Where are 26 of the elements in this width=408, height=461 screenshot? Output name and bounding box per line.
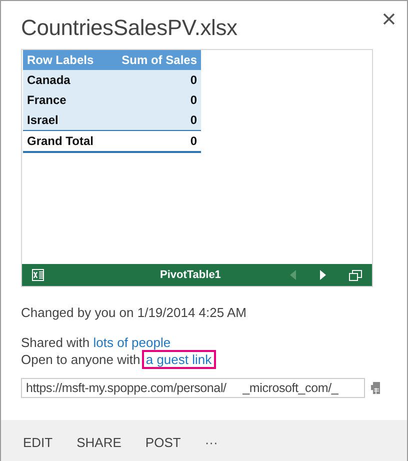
modified-text: Changed by you on 1/19/2014 4:25 AM [21,305,248,320]
table-cell: 0 [107,70,201,90]
action-button[interactable]: SHARE [66,431,132,450]
action-button[interactable]: ··· [194,431,228,450]
row-label: Canada [23,70,108,90]
guest-label: Open to anyone with [21,352,142,367]
excel-icon[interactable] [32,269,44,281]
file-title: CountriesSalesPV.xlsx [21,15,238,41]
close-icon[interactable] [383,13,395,25]
shared-label: Shared with [21,335,91,350]
next-icon[interactable] [319,269,327,281]
action-button[interactable]: EDIT [13,431,63,450]
url-field[interactable]: https://msft-my.spoppe.com/personal/ _microsoft_com/_ [21,378,365,398]
table-cell: 0 [107,90,201,110]
row-label: Israel [23,110,108,130]
people-link[interactable]: lots of people [93,335,171,350]
action-button[interactable]: POST [135,431,191,450]
popout-icon[interactable] [349,270,362,280]
column-header: Row Labels [23,50,108,70]
column-header: Sum of Sales [107,50,201,70]
row-label: Grand Total [23,130,108,152]
table-cell: 0 [107,110,201,130]
sheet-name: PivotTable1 [160,269,222,281]
table-cell: 0 [107,130,201,152]
row-label: France [23,90,108,110]
guest-link[interactable]: a guest link [144,352,214,367]
